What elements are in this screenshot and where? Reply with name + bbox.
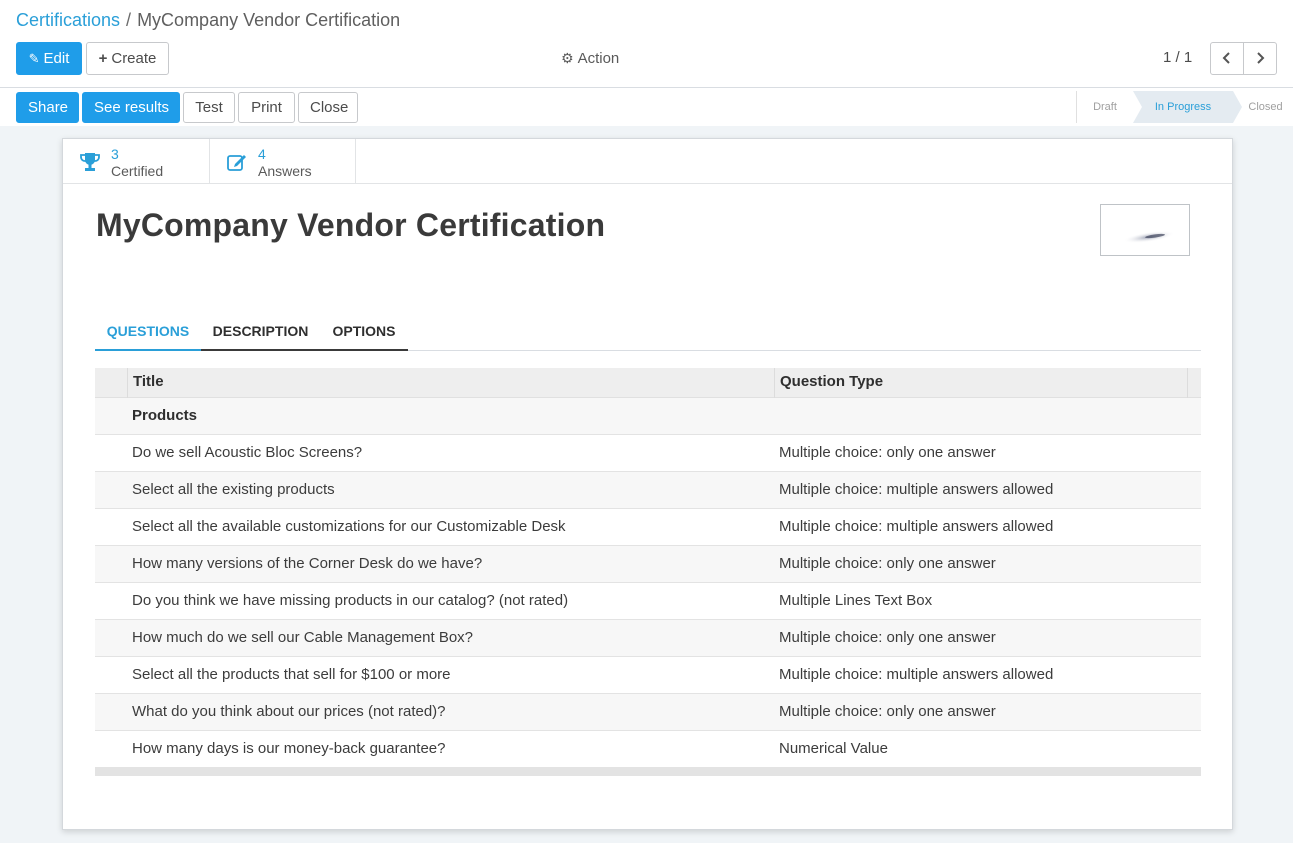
stage-draft[interactable]: Draft — [1077, 91, 1133, 123]
form-tabs: QUESTIONS DESCRIPTION OPTIONS — [95, 318, 1201, 351]
row-title: Select all the products that sell for $1… — [132, 666, 451, 683]
pager-previous-button[interactable] — [1210, 42, 1244, 75]
gear-icon: ⚙ — [561, 50, 574, 66]
tab-options[interactable]: OPTIONS — [320, 318, 408, 351]
table-section-row[interactable]: Products — [95, 398, 1201, 435]
row-title: Products — [132, 407, 198, 424]
row-title: Do we sell Acoustic Bloc Screens? — [132, 444, 363, 461]
column-header-title[interactable]: Title — [127, 368, 773, 398]
plus-icon: + — [98, 50, 108, 67]
certified-label: Certified — [111, 163, 164, 179]
row-question-type: Multiple choice: only one answer — [779, 555, 996, 572]
stage-selector: Draft In Progress Closed — [1076, 91, 1293, 123]
row-question-type: Multiple Lines Text Box — [779, 592, 933, 609]
column-header-question-type[interactable]: Question Type — [774, 368, 1187, 398]
image-icon — [1123, 230, 1175, 244]
form-sheet: 3 Certified 4 Answers MyCompany Vendor C… — [62, 138, 1233, 830]
column-header-spacer — [1187, 368, 1201, 398]
tab-description[interactable]: DESCRIPTION — [201, 318, 320, 351]
table-row[interactable]: How much do we sell our Cable Management… — [95, 620, 1201, 657]
row-title: What do you think about our prices (not … — [132, 703, 446, 720]
breadcrumb-separator: / — [126, 10, 132, 30]
table-row[interactable]: Select all the existing products Multipl… — [95, 472, 1201, 509]
breadcrumb-link-certifications[interactable]: Certifications — [16, 10, 120, 30]
stat-button-box: 3 Certified 4 Answers — [63, 139, 1232, 184]
stage-in-progress-label: In Progress — [1154, 101, 1212, 113]
row-title: How much do we sell our Cable Management… — [132, 629, 474, 646]
breadcrumb: Certifications / MyCompany Vendor Certific… — [16, 8, 400, 32]
edit-button[interactable]: ✎ Edit — [16, 42, 82, 75]
answers-count: 4 — [258, 146, 266, 162]
row-title: Select all the existing products — [132, 481, 335, 498]
tab-questions[interactable]: QUESTIONS — [95, 318, 201, 351]
pager-next-button[interactable] — [1243, 42, 1277, 75]
row-question-type — [779, 398, 1189, 434]
create-button[interactable]: + Create — [86, 42, 169, 75]
table-row[interactable]: How many versions of the Corner Desk do … — [95, 546, 1201, 583]
stage-closed[interactable]: Closed — [1237, 91, 1293, 123]
row-title: Do you think we have missing products in… — [132, 592, 569, 609]
row-question-type: Multiple choice: only one answer — [779, 444, 996, 461]
table-row[interactable]: Do you think we have missing products in… — [95, 583, 1201, 620]
create-button-label: Create — [111, 50, 157, 67]
certified-count: 3 — [111, 146, 119, 162]
row-question-type: Multiple choice: multiple answers allowe… — [779, 666, 1054, 683]
table-footer — [95, 768, 1201, 776]
pager-value[interactable]: 1 / 1 — [1163, 48, 1192, 68]
table-row[interactable]: How many days is our money-back guarante… — [95, 731, 1201, 768]
edit-note-icon — [227, 155, 246, 171]
answers-label: Answers — [258, 163, 312, 179]
edit-button-label: Edit — [43, 50, 70, 67]
row-title: How many days is our money-back guarante… — [132, 740, 446, 757]
pencil-icon: ✎ — [28, 51, 40, 66]
stage-in-progress[interactable]: In Progress — [1133, 91, 1242, 123]
table-row[interactable]: Select all the available customizations … — [95, 509, 1201, 546]
table-row[interactable]: What do you think about our prices (not … — [95, 694, 1201, 731]
page-title: MyCompany Vendor Certification — [96, 207, 606, 243]
table-row[interactable]: Select all the products that sell for $1… — [95, 657, 1201, 694]
see-results-button[interactable]: See results — [82, 92, 180, 123]
row-question-type: Multiple choice: multiple answers allowe… — [779, 481, 1054, 498]
close-button[interactable]: Close — [298, 92, 358, 123]
share-button[interactable]: Share — [16, 92, 79, 123]
chevron-right-icon — [1257, 52, 1265, 64]
table-header: Title Question Type — [95, 368, 1201, 398]
answers-stat-button[interactable]: 4 Answers — [210, 139, 356, 183]
test-button[interactable]: Test — [183, 92, 235, 123]
certified-stat-button[interactable]: 3 Certified — [63, 139, 210, 183]
trophy-icon — [80, 153, 100, 171]
row-question-type: Multiple choice: multiple answers allowe… — [779, 518, 1054, 535]
table-row[interactable]: Do we sell Acoustic Bloc Screens? Multip… — [95, 435, 1201, 472]
print-button[interactable]: Print — [238, 92, 295, 123]
breadcrumb-current: MyCompany Vendor Certification — [137, 10, 401, 30]
questions-table: Title Question Type Products Do we sell … — [95, 368, 1201, 776]
background-image-thumbnail[interactable] — [1100, 204, 1190, 256]
row-title: How many versions of the Corner Desk do … — [132, 555, 483, 572]
row-question-type: Multiple choice: only one answer — [779, 703, 996, 720]
action-menu-toggle[interactable]: ⚙ Action — [561, 48, 619, 68]
row-title: Select all the available customizations … — [132, 518, 566, 535]
action-label: Action — [577, 50, 620, 67]
row-question-type: Numerical Value — [779, 740, 888, 757]
chevron-left-icon — [1222, 52, 1230, 64]
control-panel: Certifications / MyCompany Vendor Certific… — [0, 0, 1293, 126]
row-question-type: Multiple choice: only one answer — [779, 629, 996, 646]
statusbar: Share See results Test Print Close Draft… — [0, 87, 1293, 126]
